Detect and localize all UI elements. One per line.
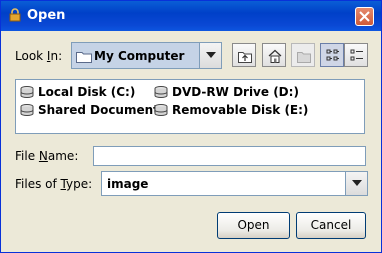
cancel-button[interactable]: Cancel [296, 212, 366, 239]
new-folder-button[interactable] [291, 43, 315, 67]
window-title: Open [27, 8, 66, 23]
look-in-label-text-end: n: [50, 49, 63, 63]
file-name-label-text: File [15, 149, 39, 163]
file-type-value: image [107, 177, 149, 191]
file-name: DVD-RW Drive (D:) [172, 85, 299, 99]
details-view-icon [350, 49, 363, 61]
up-folder-icon [238, 52, 252, 63]
computer-folder-icon [76, 52, 92, 63]
look-in-label: Look In: [15, 49, 62, 63]
hard-disk-icon [20, 104, 34, 116]
up-folder-button[interactable] [232, 43, 256, 67]
file-type-dropdown-button[interactable] [345, 172, 367, 195]
file-type-label-text-end: ype: [66, 177, 93, 191]
home-icon [268, 49, 282, 63]
lock-icon [9, 8, 21, 22]
home-button[interactable] [262, 43, 286, 67]
hard-disk-icon [154, 104, 168, 116]
close-icon [359, 11, 370, 22]
look-in-combo[interactable]: My Computer [71, 42, 222, 69]
file-type-combo[interactable]: image [101, 171, 368, 196]
title-bar[interactable]: Open [1, 1, 381, 31]
file-name-mnemonic: N [38, 149, 48, 163]
file-name-input[interactable] [93, 146, 366, 166]
look-in-value: My Computer [94, 49, 185, 63]
file-name: Shared Documents [38, 103, 167, 117]
open-dialog: Open Look In: My Computer Local Disk (C:… [0, 0, 382, 253]
new-folder-icon [297, 52, 311, 63]
details-view-button[interactable] [344, 43, 368, 67]
hard-disk-icon [154, 86, 168, 98]
chevron-down-icon [352, 180, 362, 186]
list-view-icon [326, 49, 339, 61]
file-type-label: Files of Type: [15, 177, 92, 191]
file-name-label: File Name: [15, 149, 78, 163]
open-button[interactable]: Open [217, 212, 290, 239]
close-button[interactable] [355, 7, 374, 26]
file-type-label-text: Files of [15, 177, 61, 191]
look-in-label-text: Look [15, 49, 47, 63]
file-list[interactable]: Local Disk (C:) Shared Documents DVD-RW … [15, 79, 365, 134]
file-name: Local Disk (C:) [38, 85, 136, 99]
file-name: Removable Disk (E:) [172, 103, 309, 117]
look-in-dropdown-button[interactable] [199, 43, 221, 68]
chevron-down-icon [206, 52, 216, 58]
list-view-button[interactable] [320, 43, 344, 67]
file-name-label-text-end: ame: [47, 149, 79, 163]
hard-disk-icon [20, 86, 34, 98]
